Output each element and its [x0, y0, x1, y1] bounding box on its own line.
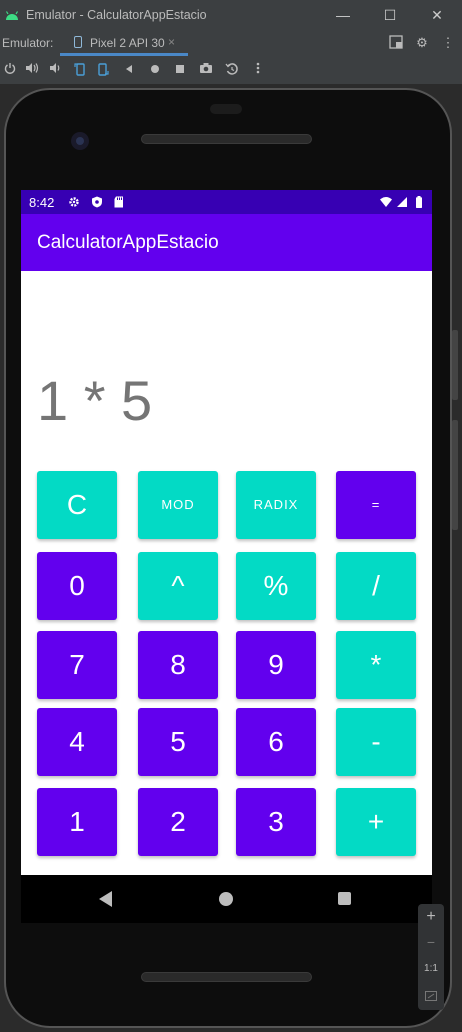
digit-2-button[interactable]: 2 [138, 788, 218, 856]
volume-up-icon[interactable] [24, 62, 40, 78]
device-screen: 8:42 CalculatorAppEstacio 1 * 5 C MOD RA… [21, 190, 432, 875]
emulator-tabbar: Emulator: Pixel 2 API 30 × ⚙ ⋮ [0, 30, 462, 56]
tab-pixel-2-api-30[interactable]: Pixel 2 API 30 × [60, 30, 188, 56]
screenshot-icon[interactable] [198, 62, 214, 78]
phone-volume-button [452, 420, 458, 530]
cell-signal-icon [397, 197, 407, 207]
clear-button[interactable]: C [37, 471, 117, 539]
zoom-panel: + − 1:1 [418, 904, 444, 1010]
status-time: 8:42 [29, 195, 55, 210]
sd-card-status-icon [114, 196, 123, 208]
android-icon [5, 11, 19, 20]
rotate-left-icon[interactable] [72, 62, 88, 78]
wifi-icon [380, 197, 392, 207]
multiply-button[interactable]: * [336, 631, 416, 699]
digit-4-button[interactable]: 4 [37, 708, 117, 776]
digit-5-button[interactable]: 5 [138, 708, 218, 776]
layout-icon[interactable] [388, 35, 404, 51]
phone-icon [74, 36, 82, 48]
fit-screen-icon[interactable] [418, 988, 444, 1006]
top-speaker-grille [141, 134, 312, 144]
digit-8-button[interactable]: 8 [138, 631, 218, 699]
phone-side-button [452, 330, 458, 400]
overview-icon[interactable] [172, 62, 188, 78]
calculator-display: 1 * 5 [37, 369, 153, 432]
mod-button[interactable]: MOD [138, 471, 218, 539]
add-button[interactable]: + [336, 788, 416, 856]
shield-status-icon [92, 196, 102, 208]
snapshot-icon[interactable] [224, 62, 240, 78]
settings-status-icon [69, 197, 79, 207]
minimize-button[interactable]: — [328, 4, 358, 26]
close-window-button[interactable]: ✕ [422, 4, 452, 26]
rotate-right-icon[interactable] [95, 62, 111, 78]
equals-button[interactable]: = [336, 471, 416, 539]
digit-1-button[interactable]: 1 [37, 788, 117, 856]
radix-button[interactable]: RADIX [236, 471, 316, 539]
window-title: Emulator - CalculatorAppEstacio [26, 8, 207, 22]
subtract-button[interactable]: - [336, 708, 416, 776]
back-icon[interactable] [121, 62, 137, 78]
zoom-in-button[interactable]: + [418, 908, 444, 926]
more-options-icon[interactable]: ⋮ [440, 35, 456, 51]
emulator-label: Emulator: [2, 36, 54, 50]
divide-button[interactable]: / [336, 552, 416, 620]
nav-home-icon[interactable] [219, 892, 233, 906]
home-icon[interactable] [147, 62, 163, 78]
digit-6-button[interactable]: 6 [236, 708, 316, 776]
status-bar: 8:42 [21, 190, 432, 214]
maximize-button[interactable]: ☐ [375, 4, 405, 26]
window-titlebar: Emulator - CalculatorAppEstacio — ☐ ✕ [0, 0, 462, 30]
tab-close-icon[interactable]: × [168, 35, 175, 49]
battery-icon [416, 196, 422, 208]
more-icon[interactable] [250, 62, 266, 78]
volume-down-icon[interactable] [47, 62, 63, 78]
app-title: CalculatorAppEstacio [37, 232, 219, 253]
zoom-out-button[interactable]: − [418, 934, 444, 950]
power-operator-button[interactable]: ^ [138, 552, 218, 620]
digit-7-button[interactable]: 7 [37, 631, 117, 699]
digit-3-button[interactable]: 3 [236, 788, 316, 856]
tab-label: Pixel 2 API 30 [90, 36, 165, 50]
power-icon[interactable] [2, 62, 18, 78]
emulator-toolbar [0, 56, 462, 84]
bottom-speaker-grille [141, 972, 312, 982]
percent-button[interactable]: % [236, 552, 316, 620]
actual-size-button[interactable]: 1:1 [418, 963, 444, 974]
nav-back-icon[interactable] [99, 891, 112, 907]
digit-9-button[interactable]: 9 [236, 631, 316, 699]
digit-0-button[interactable]: 0 [37, 552, 117, 620]
app-bar: CalculatorAppEstacio [21, 214, 432, 271]
settings-gear-icon[interactable]: ⚙ [414, 35, 430, 51]
phone-sensor [210, 104, 242, 114]
nav-recents-icon[interactable] [338, 892, 351, 905]
android-navigation-bar [21, 875, 432, 923]
front-camera-icon [71, 132, 89, 150]
